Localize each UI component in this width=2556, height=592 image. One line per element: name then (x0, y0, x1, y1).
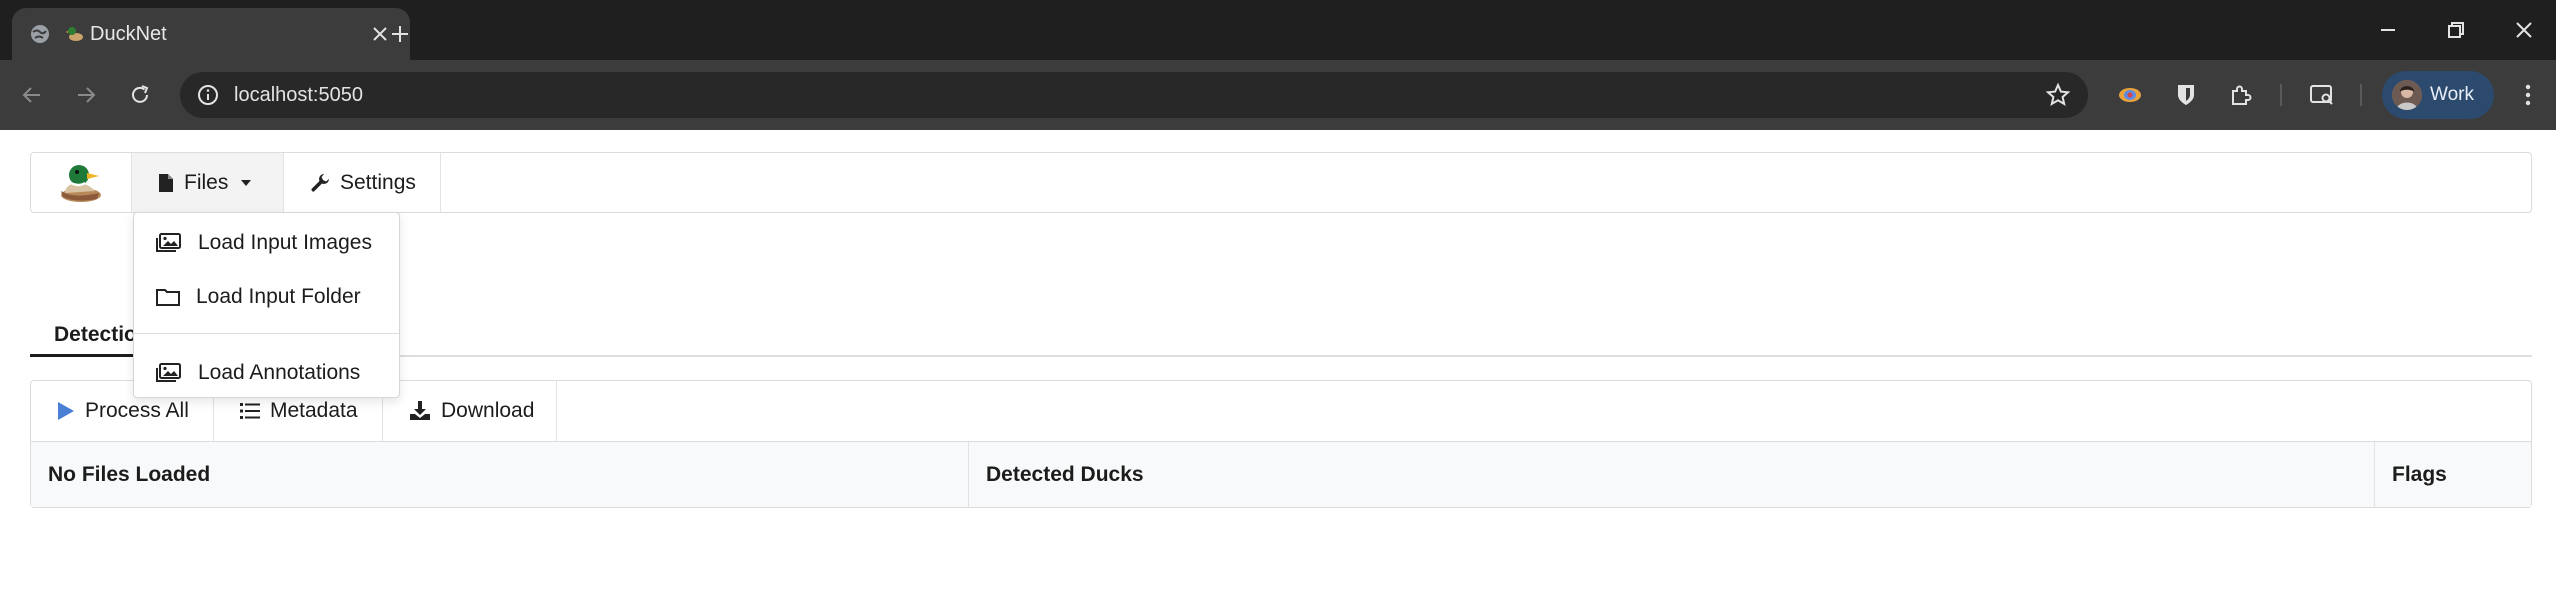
restore-button[interactable] (2428, 10, 2484, 50)
duck-favicon-icon (66, 25, 84, 43)
files-menu-label: Files (184, 170, 229, 194)
globe-icon (28, 22, 52, 46)
column-header-files[interactable]: No Files Loaded (31, 442, 969, 507)
files-dropdown-menu: Load Input Images Load Input Folder Load… (133, 212, 400, 398)
app-navbar: Files Settings (30, 152, 2532, 213)
menu-item-label: Load Annotations (198, 361, 361, 384)
menu-item-load-input-folder[interactable]: Load Input Folder (134, 273, 399, 321)
folder-icon (156, 287, 180, 307)
play-icon (57, 401, 75, 421)
wrench-icon (310, 173, 330, 193)
menu-item-label: Load Input Images (198, 231, 372, 254)
files-menu-button[interactable]: Files (132, 153, 284, 212)
caret-down-icon (240, 179, 252, 187)
column-header-flags[interactable]: Flags (2375, 442, 2531, 507)
bookmark-star-icon[interactable] (2038, 75, 2078, 115)
shield-extension-icon[interactable] (2166, 75, 2206, 115)
minimize-button[interactable] (2360, 10, 2416, 50)
toolbar-separator (2360, 84, 2362, 106)
ducknet-logo[interactable] (31, 153, 132, 212)
menu-item-load-annotations[interactable]: Load Annotations (134, 349, 399, 397)
file-icon (158, 173, 174, 193)
detection-panel: Process All Metadata Download No Files L… (30, 380, 2532, 508)
back-button[interactable] (12, 75, 52, 115)
browser-tabstrip: DuckNet (0, 0, 2556, 60)
tab-search-icon[interactable] (2302, 75, 2342, 115)
browser-toolbar: localhost:5050 Work (0, 60, 2556, 130)
address-bar[interactable]: localhost:5050 (180, 72, 2088, 118)
menu-item-label: Load Input Folder (196, 285, 361, 308)
table-header-row: No Files Loaded Detected Ducks Flags (31, 442, 2531, 507)
download-label: Download (441, 399, 535, 422)
menu-divider (134, 333, 399, 334)
avatar (2392, 80, 2422, 110)
tabs-divider (30, 355, 2532, 357)
menu-item-load-input-images[interactable]: Load Input Images (134, 219, 399, 267)
download-button[interactable]: Download (383, 381, 557, 441)
settings-button[interactable]: Settings (284, 153, 441, 212)
column-header-detected-ducks[interactable]: Detected Ducks (969, 442, 2375, 507)
close-window-button[interactable] (2496, 10, 2552, 50)
toolbar-separator (2280, 84, 2282, 106)
reload-button[interactable] (120, 75, 160, 115)
metadata-label: Metadata (270, 399, 358, 422)
images-icon (156, 363, 184, 383)
settings-label: Settings (340, 170, 416, 194)
color-extension-icon[interactable] (2110, 75, 2150, 115)
url-text: localhost:5050 (234, 83, 363, 106)
extensions-puzzle-icon[interactable] (2220, 75, 2260, 115)
browser-menu-icon[interactable] (2508, 75, 2548, 115)
images-icon (156, 233, 184, 253)
download-icon (409, 401, 431, 421)
process-all-label: Process All (85, 399, 189, 422)
list-icon (240, 402, 260, 420)
tab-title: DuckNet (90, 22, 167, 45)
browser-tab[interactable]: DuckNet (12, 8, 410, 60)
site-info-icon[interactable] (188, 75, 228, 115)
panel-toolbar: Process All Metadata Download (31, 381, 2531, 442)
profile-label: Work (2430, 84, 2474, 105)
profile-button[interactable]: Work (2382, 71, 2494, 119)
forward-button[interactable] (66, 75, 106, 115)
new-tab-button[interactable] (380, 14, 420, 54)
